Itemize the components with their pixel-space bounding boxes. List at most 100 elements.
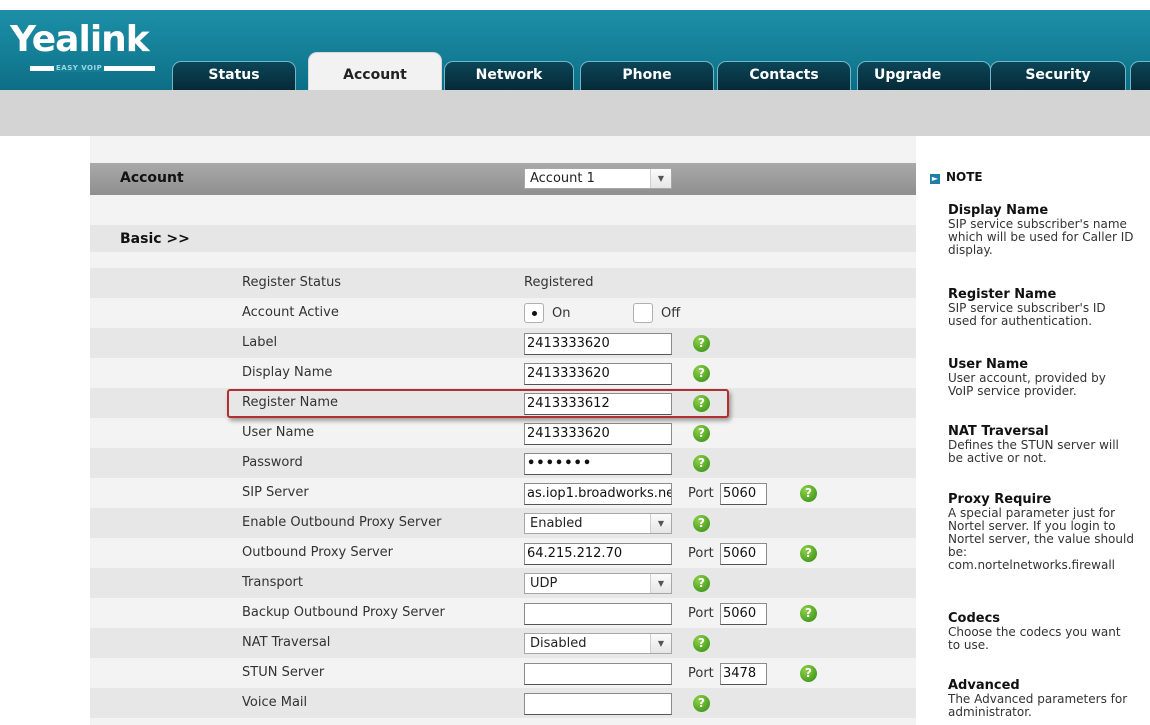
port-label: Port: [688, 666, 714, 681]
transport-value: UDP: [530, 576, 558, 591]
sip-server-port-input[interactable]: 5060: [720, 483, 767, 505]
tab-more[interactable]: [1130, 61, 1150, 90]
port-label: Port: [688, 486, 714, 501]
account-settings-panel: Account Account 1 ▼ Basic >> Register St…: [90, 136, 916, 725]
radio-on[interactable]: [524, 303, 544, 323]
note-heading-text: NOTE: [946, 170, 983, 184]
enable-outbound-select[interactable]: Enabled ▼: [524, 513, 672, 534]
row-sip-server: SIP Server as.iop1.broadworks.ne Port 50…: [90, 478, 916, 508]
outbound-proxy-port-input[interactable]: 5060: [720, 543, 767, 565]
register-status-label: Register Status: [242, 275, 342, 290]
row-enable-outbound-proxy: Enable Outbound Proxy Server Enabled ▼ ?: [90, 508, 916, 538]
note-line: display.: [948, 243, 993, 257]
help-icon[interactable]: ?: [693, 575, 710, 592]
register-status-value: Registered: [524, 275, 594, 290]
note-item: Codecs Choose the codecs you want to use…: [948, 611, 1150, 652]
chevron-down-icon: ▼: [650, 514, 671, 533]
row-voice-mail: Voice Mail ?: [90, 688, 916, 718]
help-icon[interactable]: ?: [693, 365, 710, 382]
nat-traversal-value: Disabled: [530, 636, 587, 651]
user-name-input[interactable]: 2413333620: [524, 423, 672, 445]
nat-traversal-select[interactable]: Disabled ▼: [524, 633, 672, 654]
password-label: Password: [242, 455, 303, 470]
note-item: Register Name SIP service subscriber's I…: [948, 287, 1150, 328]
display-name-input[interactable]: 2413333620: [524, 363, 672, 385]
row-label: Label 2413333620 ?: [90, 328, 916, 358]
row-user-name: User Name 2413333620 ?: [90, 418, 916, 448]
tab-network[interactable]: Network: [444, 61, 574, 90]
note-line: Nortel server, the value should: [948, 532, 1134, 546]
row-backup-outbound-proxy: Backup Outbound Proxy Server Port 5060 ?: [90, 598, 916, 628]
note-item: NAT Traversal Defines the STUN server wi…: [948, 424, 1150, 465]
row-nat-traversal: NAT Traversal Disabled ▼ ?: [90, 628, 916, 658]
radio-selected-dot: [532, 311, 537, 316]
note-title: Display Name: [948, 203, 1049, 218]
note-line: administrator.: [948, 705, 1032, 719]
label-label: Label: [242, 335, 278, 350]
outbound-proxy-input[interactable]: 64.215.212.70: [524, 543, 672, 565]
label-input[interactable]: 2413333620: [524, 333, 672, 355]
tab-upgrade[interactable]: Upgrade: [857, 61, 991, 90]
tab-status[interactable]: Status: [172, 61, 296, 90]
section-title: Basic >>: [120, 231, 190, 247]
voice-mail-input[interactable]: [524, 693, 672, 715]
radio-off-label: Off: [661, 306, 681, 321]
tab-account[interactable]: Account: [308, 52, 442, 90]
transport-label: Transport: [242, 575, 304, 590]
backup-outbound-port-input[interactable]: 5060: [720, 603, 767, 625]
sip-server-label: SIP Server: [242, 485, 309, 500]
help-icon[interactable]: ?: [693, 425, 710, 442]
tab-phone[interactable]: Phone: [580, 61, 714, 90]
row-stun-server: STUN Server Port 3478 ?: [90, 658, 916, 688]
note-line: be active or not.: [948, 451, 1047, 465]
sip-server-input[interactable]: as.iop1.broadworks.ne: [524, 483, 672, 505]
nat-traversal-label: NAT Traversal: [242, 635, 331, 650]
radio-off[interactable]: [633, 303, 653, 323]
outbound-proxy-label: Outbound Proxy Server: [242, 545, 394, 560]
port-label: Port: [688, 546, 714, 561]
backup-outbound-input[interactable]: [524, 603, 672, 625]
backup-outbound-label: Backup Outbound Proxy Server: [242, 605, 445, 620]
help-icon[interactable]: ?: [693, 515, 710, 532]
help-icon[interactable]: ?: [800, 545, 817, 562]
note-line: to use.: [948, 638, 989, 652]
note-item: Proxy Require A special parameter just f…: [948, 492, 1150, 572]
note-title: Codecs: [948, 611, 1001, 626]
enable-outbound-value: Enabled: [530, 516, 583, 531]
help-icon[interactable]: ?: [693, 695, 710, 712]
chevron-down-icon: ▼: [650, 169, 671, 188]
help-icon[interactable]: ?: [693, 455, 710, 472]
help-icon[interactable]: ?: [693, 635, 710, 652]
transport-select[interactable]: UDP ▼: [524, 573, 672, 594]
note-title: NAT Traversal: [948, 424, 1049, 439]
help-icon[interactable]: ?: [800, 485, 817, 502]
note-arrow-icon: ►: [930, 174, 940, 184]
help-icon[interactable]: ?: [800, 665, 817, 682]
basic-section-header[interactable]: Basic >>: [90, 225, 916, 252]
tab-contacts[interactable]: Contacts: [717, 61, 851, 90]
logo-tagline: EASY VOIP: [54, 64, 105, 72]
row-password: Password ••••••• ?: [90, 448, 916, 478]
account-select[interactable]: Account 1 ▼: [524, 168, 672, 189]
account-header-bar: Account Account 1 ▼: [90, 163, 916, 195]
row-transport: Transport UDP ▼ ?: [90, 568, 916, 598]
tab-security[interactable]: Security: [990, 61, 1126, 90]
register-name-highlight: [227, 389, 729, 418]
chevron-down-icon: ▼: [650, 634, 671, 653]
note-item: Display Name SIP service subscriber's na…: [948, 203, 1150, 257]
note-item: User Name User account, provided by VoIP…: [948, 357, 1150, 398]
stun-server-port-input[interactable]: 3478: [720, 663, 767, 685]
row-account-active: Account Active On Off: [90, 298, 916, 328]
note-title: Register Name: [948, 287, 1057, 302]
help-icon[interactable]: ?: [800, 605, 817, 622]
radio-on-label: On: [552, 306, 571, 321]
row-register-status: Register Status Registered: [90, 268, 916, 298]
note-line: VoIP service provider.: [948, 384, 1077, 398]
port-label: Port: [688, 606, 714, 621]
stun-server-input[interactable]: [524, 663, 672, 685]
logo-text: Yealink: [10, 19, 150, 60]
password-input[interactable]: •••••••: [524, 453, 672, 475]
row-outbound-proxy: Outbound Proxy Server 64.215.212.70 Port…: [90, 538, 916, 568]
subnav-bar: [0, 90, 1150, 136]
help-icon[interactable]: ?: [693, 335, 710, 352]
